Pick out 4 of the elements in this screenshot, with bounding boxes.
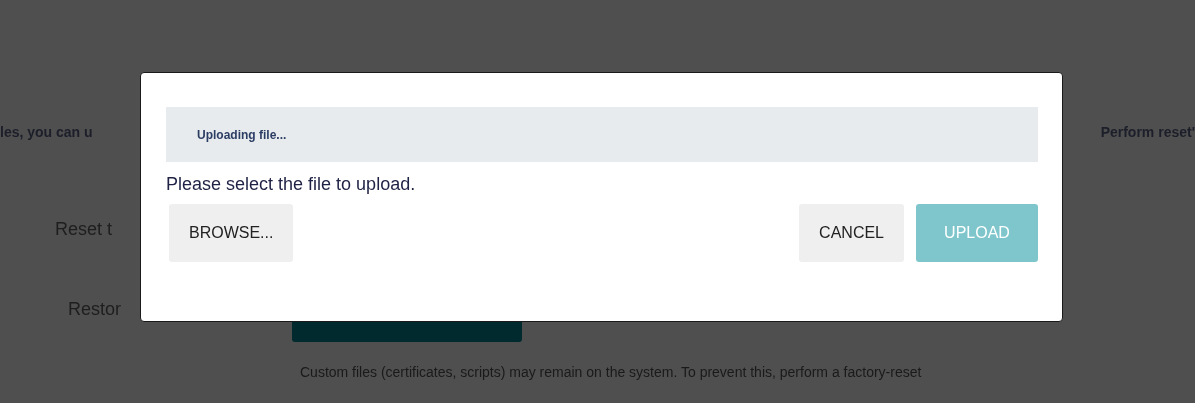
cancel-button[interactable]: CANCEL [799,204,904,262]
status-text: Uploading file... [197,127,287,142]
dialog-message: Please select the file to upload. [166,174,416,195]
browse-button[interactable]: BROWSE... [169,204,294,262]
